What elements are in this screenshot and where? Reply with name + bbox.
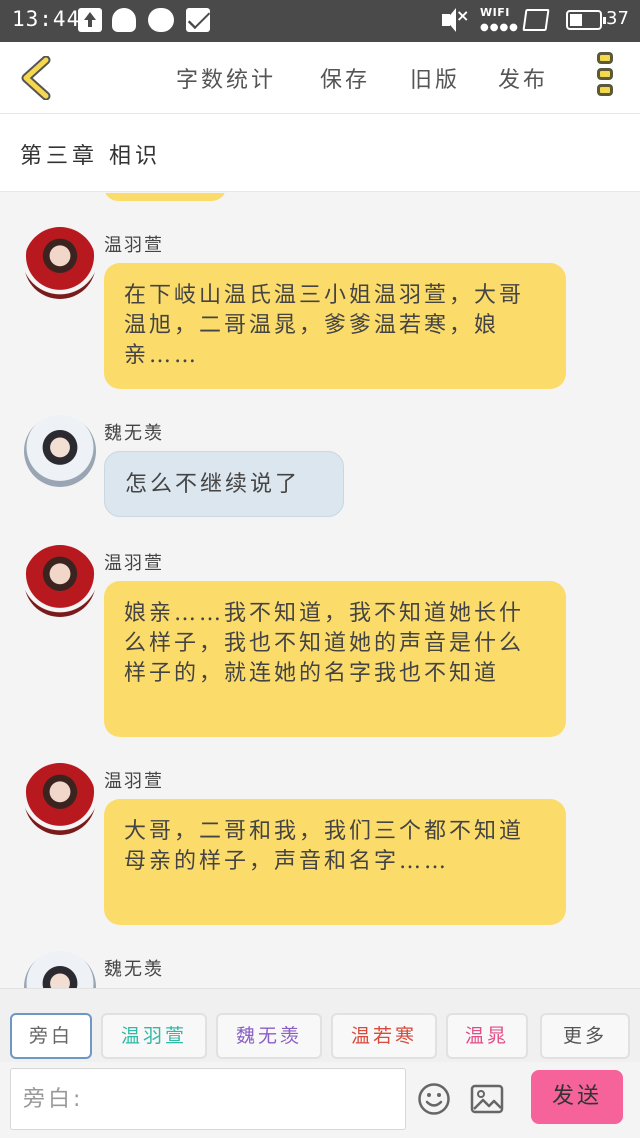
chevron-left-icon[interactable]	[18, 55, 58, 101]
battery-icon	[566, 10, 606, 30]
qq-icon	[112, 8, 136, 32]
message-bubble[interactable]: 娘亲……我不知道，我不知道她长什么样子，我也不知道她的声音是什么样子的，就连她的…	[104, 581, 566, 737]
chapter-header[interactable]: 第三章 相识	[0, 114, 640, 192]
role-button-1[interactable]: 温羽萱	[101, 1013, 207, 1059]
chat-icon	[148, 8, 174, 32]
message-bubble[interactable]: 怎么不继续说了	[104, 451, 344, 517]
image-icon[interactable]	[470, 1082, 504, 1116]
compose-bar: 发送	[0, 1062, 640, 1138]
avatar[interactable]	[24, 545, 96, 617]
sender-name: 魏无羡	[104, 423, 164, 444]
avatar[interactable]	[24, 951, 96, 988]
role-button-2[interactable]: 魏无羡	[216, 1013, 322, 1059]
message-input[interactable]	[11, 1069, 405, 1129]
avatar[interactable]	[24, 227, 96, 299]
sender-name: 温羽萱	[104, 553, 164, 574]
more-vertical-icon[interactable]	[594, 52, 616, 106]
cellular-signal-icon	[522, 9, 550, 31]
message-bubble[interactable]: 在下岐山温氏温三小姐温羽萱，大哥温旭，二哥温晁，爹爹温若寒，娘亲……	[104, 263, 566, 389]
word-count-button[interactable]: 字数统计	[176, 62, 276, 94]
wifi-signal-icon: ●●●●	[480, 22, 519, 33]
role-narration-button[interactable]: 旁白	[10, 1013, 92, 1059]
sender-name: 温羽萱	[104, 771, 164, 792]
avatar[interactable]	[24, 415, 96, 487]
chapter-title: 第三章 相识	[20, 144, 161, 169]
mute-x-icon: ×	[456, 6, 470, 25]
battery-level: 37	[606, 8, 629, 29]
wifi-label: WIFI	[480, 6, 510, 19]
more-roles-button[interactable]: 更多	[540, 1013, 630, 1059]
status-time: 13:44	[12, 7, 81, 31]
old-version-button[interactable]: 旧版	[410, 62, 460, 94]
sender-name: 魏无羡	[104, 959, 164, 980]
sender-name: 温羽萱	[104, 235, 164, 256]
smiley-icon[interactable]	[417, 1082, 451, 1116]
role-button-4[interactable]: 温晁	[446, 1013, 528, 1059]
publish-button[interactable]: 发布	[498, 62, 548, 94]
message-input-wrapper	[10, 1068, 406, 1130]
avatar[interactable]	[24, 763, 96, 835]
role-button-3[interactable]: 温若寒	[331, 1013, 437, 1059]
mail-icon	[186, 8, 210, 32]
status-bar: 13:44 × WIFI ●●●● 37	[0, 0, 640, 42]
top-toolbar: 字数统计 保存 旧版 发布	[0, 42, 640, 114]
previous-bubble-fragment	[104, 193, 226, 201]
save-button[interactable]: 保存	[320, 62, 370, 94]
send-button[interactable]: 发送	[531, 1070, 623, 1124]
message-list[interactable]: 温羽萱 在下岐山温氏温三小姐温羽萱，大哥温旭，二哥温晁，爹爹温若寒，娘亲…… 魏…	[0, 193, 640, 988]
message-bubble[interactable]: 大哥，二哥和我，我们三个都不知道母亲的样子，声音和名字……	[104, 799, 566, 925]
upload-icon	[78, 8, 102, 32]
role-selector-bar: 旁白 温羽萱 魏无羡 温若寒 温晁 更多	[0, 988, 640, 1062]
